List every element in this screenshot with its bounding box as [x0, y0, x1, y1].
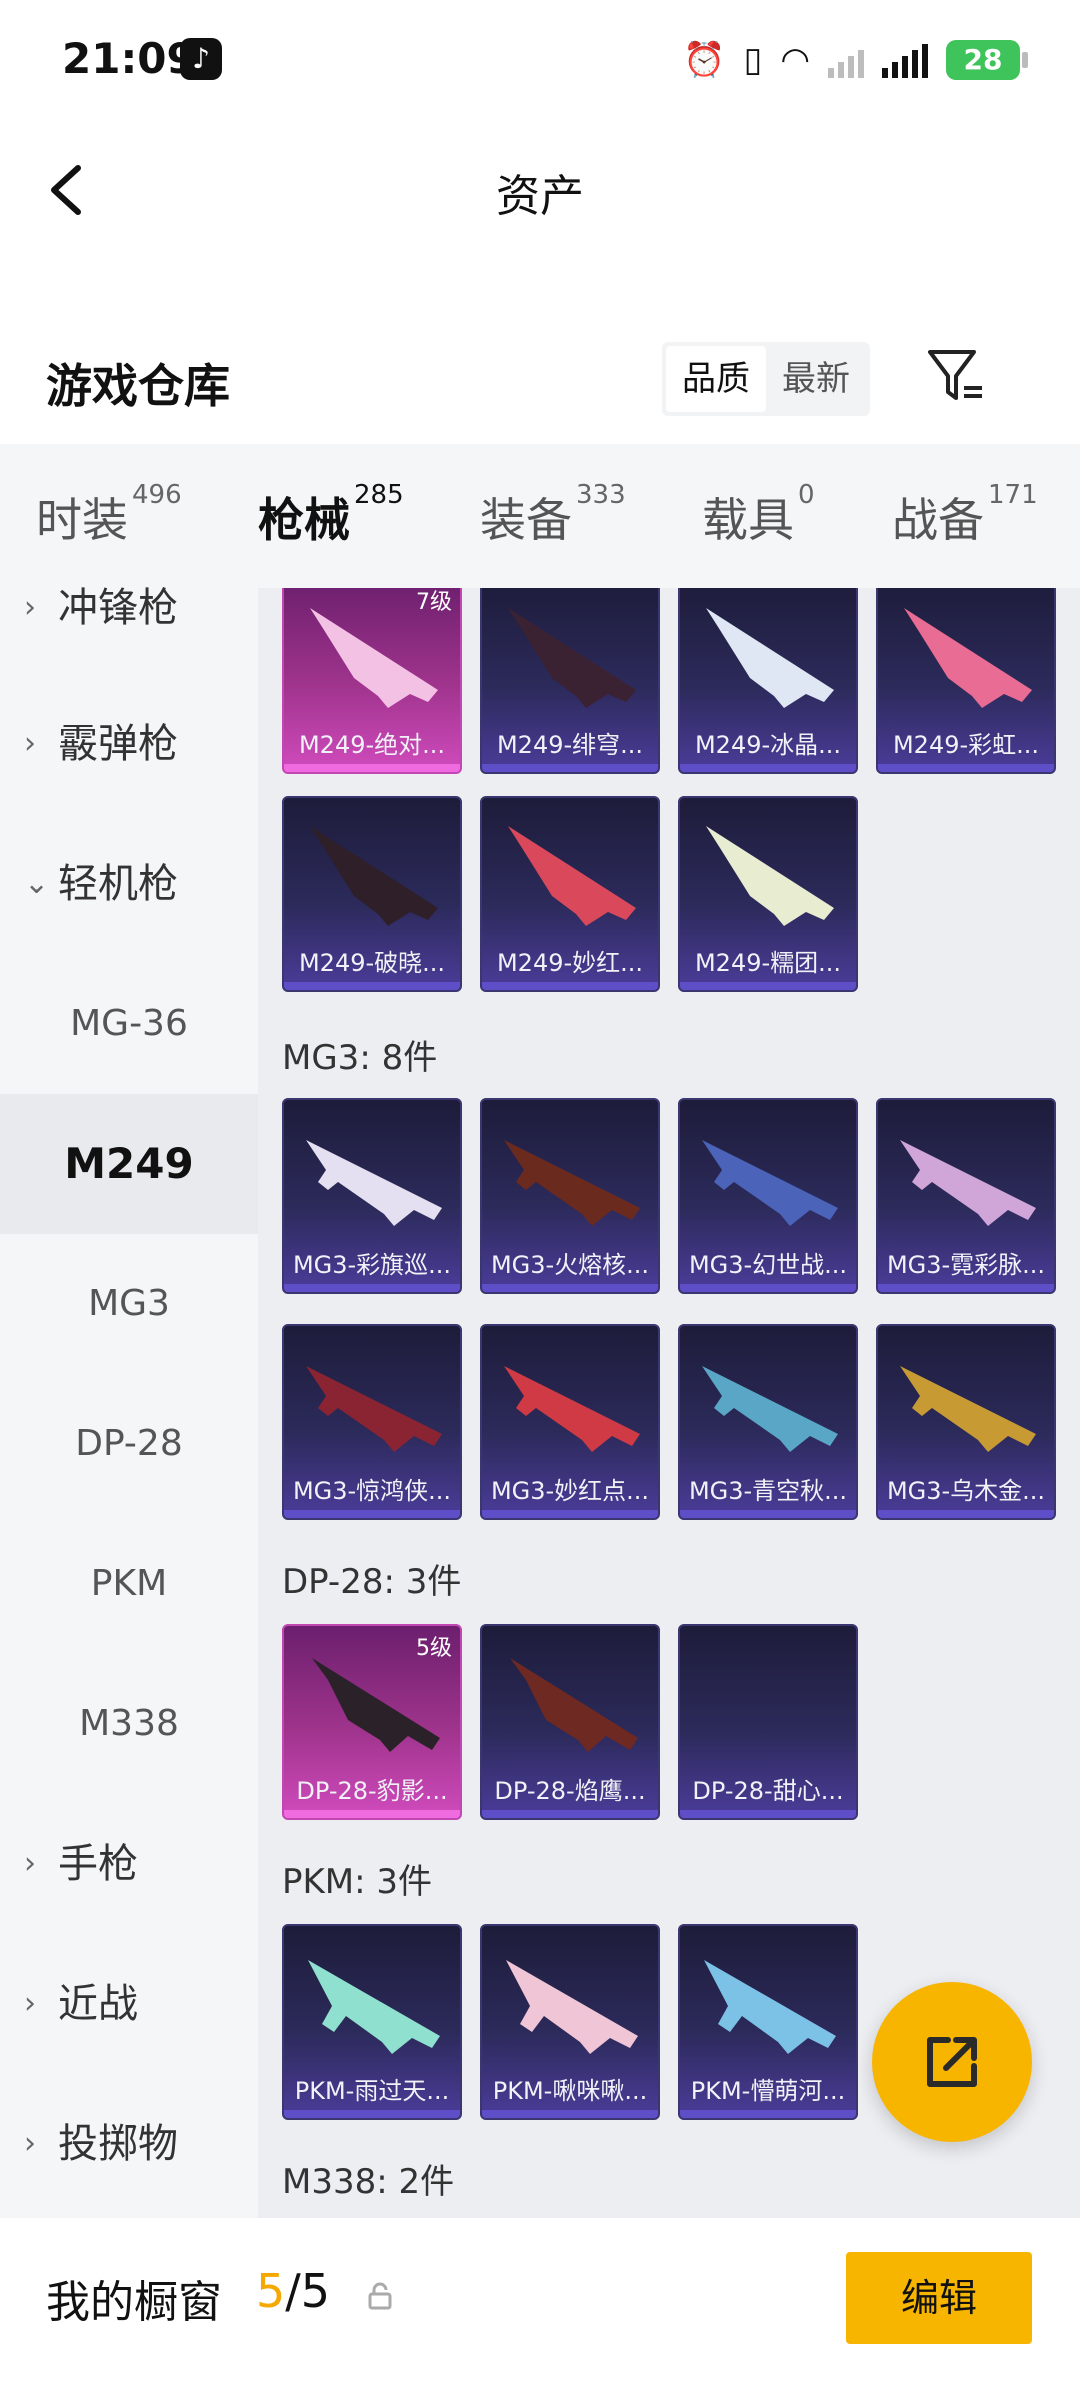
gun-icon — [312, 1658, 440, 1752]
chevron-right-icon: › — [24, 590, 36, 625]
weapon-card[interactable]: PKM-懵萌河... — [678, 1924, 858, 2120]
warehouse-header: 游戏仓库 品质 最新 — [0, 330, 1080, 440]
weapon-card[interactable]: DP-28-焰鹰... — [480, 1624, 660, 1820]
weapon-card[interactable]: MG3-青空秋... — [678, 1324, 858, 1520]
tab-equipment[interactable]: 装备 333 — [480, 480, 626, 550]
gun-icon — [702, 1366, 838, 1452]
gun-icon — [506, 1960, 638, 2054]
gun-icon — [704, 1960, 836, 2054]
sort-toggle: 品质 最新 — [662, 342, 870, 416]
gun-icon — [706, 608, 834, 708]
gun-icon — [508, 826, 636, 926]
weapon-card[interactable]: PKM-雨过天... — [282, 1924, 462, 2120]
gun-icon — [904, 608, 1032, 708]
gun-icon — [306, 1140, 442, 1226]
edit-button[interactable]: 编辑 — [846, 2252, 1032, 2344]
weapon-card[interactable]: MG3-惊鸿侠... — [282, 1324, 462, 1520]
weapon-card[interactable]: 7级 M249-绝对... — [282, 588, 462, 774]
gun-icon — [508, 608, 636, 708]
sidebar-group-pistol[interactable]: › 手枪 — [0, 1844, 258, 1984]
gun-icon — [310, 608, 438, 708]
weapon-card[interactable]: 5级 DP-28-豹影... — [282, 1624, 462, 1820]
chevron-down-icon: ⌄ — [24, 866, 50, 901]
weapon-card[interactable]: MG3-彩旗巡... — [282, 1098, 462, 1294]
battery-icon: 28 — [946, 40, 1028, 80]
status-time: 21:09 — [62, 34, 196, 83]
warehouse-title: 游戏仓库 — [46, 359, 230, 413]
share-button[interactable] — [872, 1982, 1032, 2142]
gun-icon — [706, 826, 834, 926]
gun-icon — [308, 1960, 440, 2054]
weapon-card[interactable]: DP-28-甜心... — [678, 1624, 858, 1820]
sidebar-group-melee[interactable]: › 近战 — [0, 1984, 258, 2124]
category-tabs: 时装 496 枪械 285 装备 333 载具 0 战备 171 — [0, 444, 1080, 604]
sidebar-item-m249[interactable]: M249 — [0, 1094, 258, 1234]
section-title-m338: M338: 2件 — [282, 2162, 455, 2202]
external-link-icon — [927, 2037, 977, 2087]
weapon-card[interactable]: M249-冰晶... — [678, 588, 858, 774]
signal-icon — [828, 42, 864, 78]
weapon-card[interactable]: PKM-啾咪啾... — [480, 1924, 660, 2120]
chevron-right-icon: › — [24, 1846, 36, 1881]
sort-quality-button[interactable]: 品质 — [666, 346, 766, 412]
weapon-card[interactable]: MG3-霓彩脉... — [876, 1098, 1056, 1294]
sidebar-item-mg36[interactable]: MG-36 — [0, 954, 258, 1094]
tab-fashion[interactable]: 时装 496 — [36, 480, 182, 550]
section-title-mg3: MG3: 8件 — [282, 1038, 438, 1078]
weapon-card[interactable]: M249-彩虹... — [876, 588, 1056, 774]
gun-icon — [900, 1366, 1036, 1452]
bottom-bar: 我的橱窗 5/5 编辑 — [0, 2218, 1080, 2382]
section-title-dp28: DP-28: 3件 — [282, 1562, 462, 1602]
weapon-card[interactable]: MG3-幻世战... — [678, 1098, 858, 1294]
chevron-right-icon: › — [24, 2126, 36, 2161]
weapon-card[interactable]: MG3-妙红点... — [480, 1324, 660, 1520]
weapon-category-sidebar: › 冲锋枪 › 霰弹枪 ⌄ 轻机枪 MG-36 M249 MG3 DP-28 PKM … — [0, 588, 258, 2218]
tab-supplies[interactable]: 战备 171 — [892, 480, 1038, 550]
sidebar-item-dp28[interactable]: DP-28 — [0, 1374, 258, 1514]
tab-vehicles[interactable]: 载具 0 — [702, 480, 815, 550]
weapon-card[interactable]: MG3-乌木金... — [876, 1324, 1056, 1520]
wifi-icon: ◠ — [780, 40, 810, 80]
5g-signal-icon — [882, 42, 928, 78]
gun-icon — [900, 1140, 1036, 1226]
showcase-count: 5/5 — [256, 2264, 331, 2318]
sidebar-item-mg3[interactable]: MG3 — [0, 1234, 258, 1374]
sidebar-item-pkm[interactable]: PKM — [0, 1514, 258, 1654]
filter-icon[interactable] — [924, 344, 988, 408]
alarm-icon: ⏰ — [683, 40, 726, 80]
nav-bar: 资产 — [0, 140, 1080, 240]
weapon-card[interactable]: M249-糯团... — [678, 796, 858, 992]
section-title-pkm: PKM: 3件 — [282, 1862, 433, 1902]
status-bar: 21:09 ♪ ⏰ ▯ ◠ 28 — [0, 0, 1080, 120]
chevron-right-icon: › — [24, 1986, 36, 2021]
vibrate-icon: ▯ — [743, 40, 763, 80]
weapon-grid: 7级 M249-绝对... M249-绯穹... M249-冰晶... M249… — [258, 588, 1080, 2218]
gun-icon — [310, 826, 438, 926]
gun-icon — [504, 1140, 640, 1226]
page-title: 资产 — [496, 171, 584, 222]
chevron-right-icon: › — [24, 726, 36, 761]
tiktok-icon: ♪ — [180, 38, 222, 80]
lock-icon — [368, 2282, 392, 2310]
showcase-label: 我的橱窗 — [46, 2277, 222, 2328]
tab-firearms[interactable]: 枪械 285 — [258, 480, 404, 604]
sort-newest-button[interactable]: 最新 — [766, 346, 866, 412]
gun-icon — [510, 1658, 638, 1752]
weapon-card[interactable]: M249-破晓... — [282, 796, 462, 992]
gun-icon — [306, 1366, 442, 1452]
sidebar-group-shotgun[interactable]: › 霰弹枪 — [0, 724, 258, 864]
gun-icon — [702, 1140, 838, 1226]
weapon-card[interactable]: MG3-火熔核... — [480, 1098, 660, 1294]
status-icons: ⏰ ▯ ◠ 28 — [683, 36, 1028, 84]
weapon-card[interactable]: M249-妙红... — [480, 796, 660, 992]
weapon-card[interactable]: M249-绯穹... — [480, 588, 660, 774]
sidebar-group-smg[interactable]: › 冲锋枪 — [0, 588, 258, 728]
sidebar-item-m338[interactable]: M338 — [0, 1654, 258, 1794]
gun-icon — [504, 1366, 640, 1452]
